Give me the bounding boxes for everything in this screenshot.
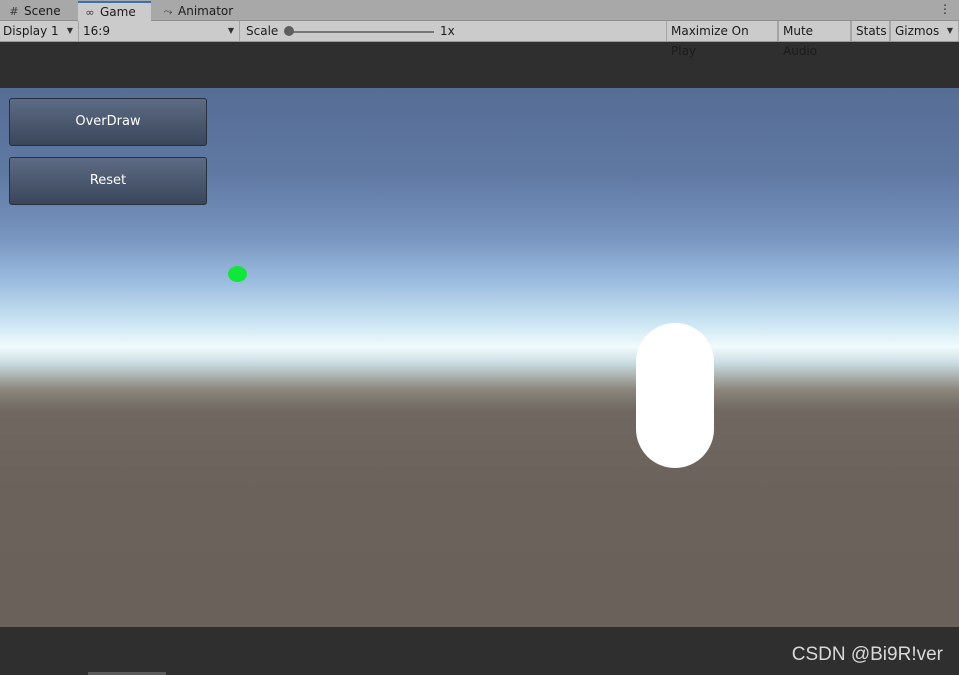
game-toolbar: Display 1 ▼ 16:9 ▼ Scale 1x Maximize On … bbox=[0, 21, 959, 58]
green-sphere bbox=[228, 266, 247, 282]
tab-scene-label: Scene bbox=[24, 4, 61, 18]
gamepad-icon: ∞ bbox=[85, 6, 95, 19]
game-viewport[interactable]: OverDraw Reset bbox=[0, 88, 959, 627]
tab-game-label: Game bbox=[100, 5, 136, 19]
chevron-down-icon: ▼ bbox=[66, 26, 73, 35]
scale-slider-handle[interactable] bbox=[284, 26, 294, 36]
grid-icon: # bbox=[9, 5, 19, 18]
chevron-down-icon: ▼ bbox=[227, 26, 234, 35]
gizmos-dropdown[interactable]: Gizmos ▼ bbox=[890, 21, 959, 41]
tab-scene[interactable]: # Scene bbox=[2, 2, 76, 21]
stats-toggle[interactable]: Stats bbox=[851, 21, 890, 41]
tab-animator[interactable]: ⤳ Animator bbox=[156, 2, 236, 21]
scale-slider-track[interactable] bbox=[289, 31, 434, 33]
scale-value: 1x bbox=[440, 24, 455, 38]
white-capsule bbox=[636, 323, 714, 468]
more-options-icon[interactable]: ⋮ bbox=[939, 2, 951, 16]
gizmos-label: Gizmos bbox=[895, 24, 940, 38]
animator-icon: ⤳ bbox=[163, 5, 173, 18]
scale-label: Scale bbox=[246, 24, 279, 38]
display-dropdown-value: Display 1 bbox=[3, 24, 59, 38]
tab-animator-label: Animator bbox=[178, 4, 234, 18]
tab-game[interactable]: ∞ Game bbox=[78, 1, 151, 21]
chevron-down-icon: ▼ bbox=[946, 26, 953, 35]
editor-tab-bar: # Scene ∞ Game ⤳ Animator ⋮ bbox=[0, 0, 959, 21]
overdraw-button[interactable]: OverDraw bbox=[9, 98, 207, 146]
aspect-ratio-dropdown[interactable]: 16:9 ▼ bbox=[80, 21, 240, 41]
aspect-ratio-value: 16:9 bbox=[83, 24, 110, 38]
mute-audio-toggle[interactable]: Mute Audio bbox=[778, 21, 851, 58]
watermark: CSDN @Bi9R!ver bbox=[791, 644, 943, 665]
reset-button[interactable]: Reset bbox=[9, 157, 207, 205]
display-dropdown[interactable]: Display 1 ▼ bbox=[0, 21, 79, 41]
maximize-on-play-toggle[interactable]: Maximize On Play bbox=[666, 21, 778, 58]
